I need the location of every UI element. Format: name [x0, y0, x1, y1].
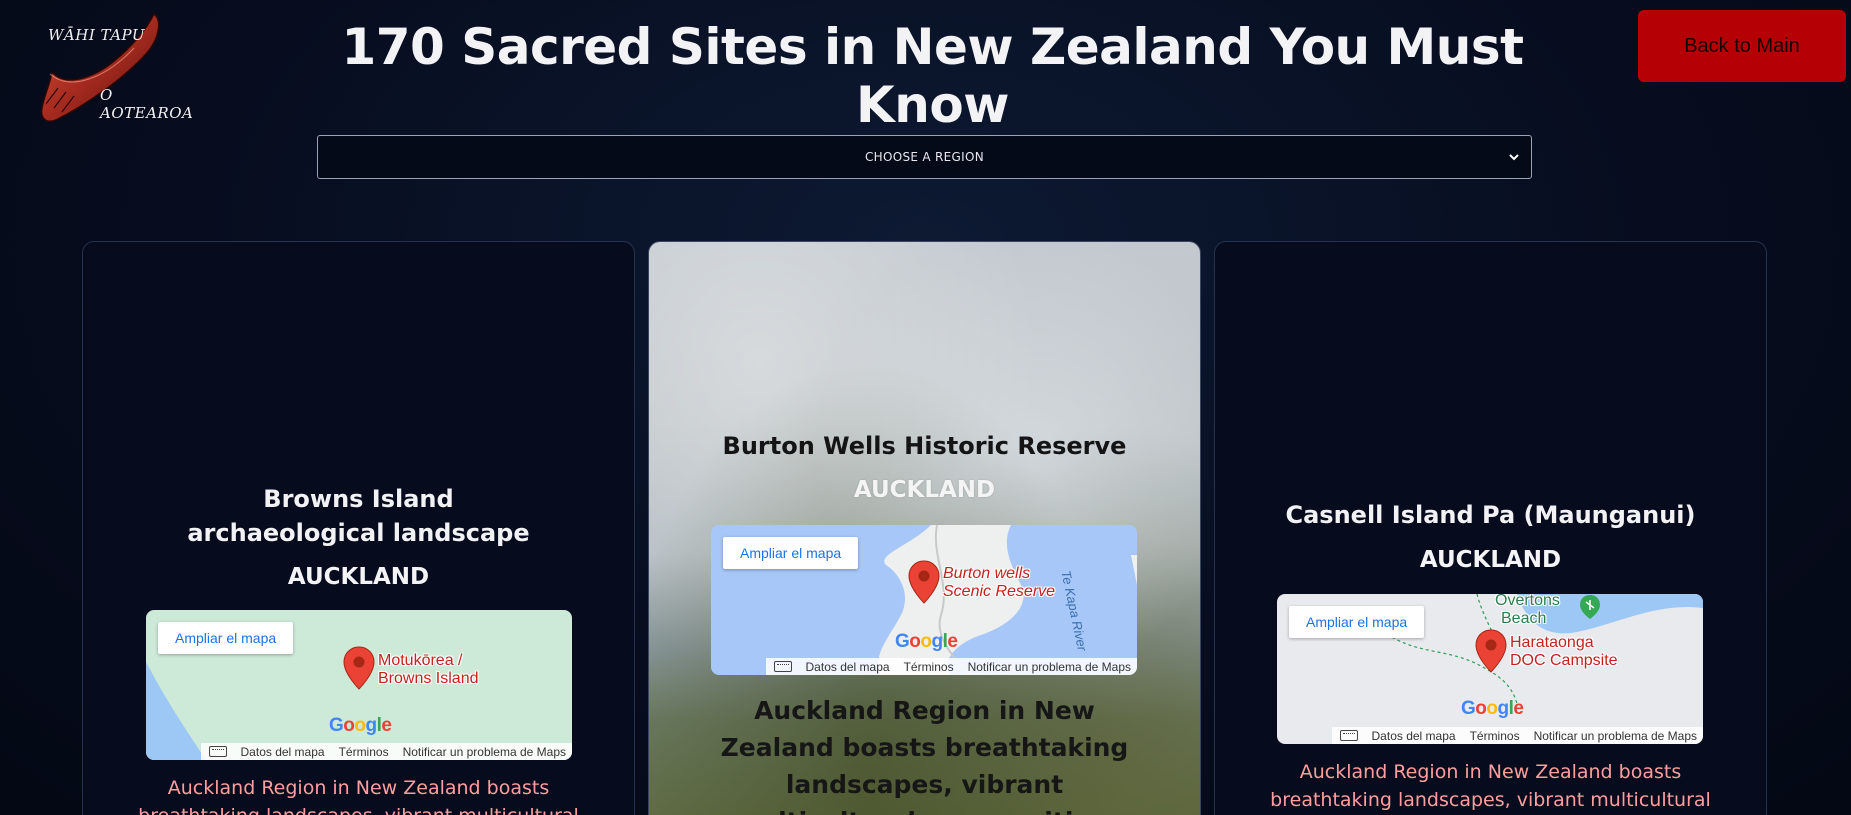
expand-map-button[interactable]: Ampliar el mapa	[723, 537, 859, 569]
card-description: Auckland Region in New Zealand boasts br…	[138, 777, 579, 815]
site-card-burton-wells[interactable]: Burton Wells Historic Reserve AUCKLAND A…	[648, 241, 1201, 815]
card-description: Auckland Region in New Zealand boasts br…	[1270, 761, 1711, 811]
page-title: 170 Sacred Sites in New Zealand You Must…	[341, 18, 1524, 134]
region-select[interactable]: CHOOSE A REGION	[317, 135, 1532, 179]
card-description: Auckland Region in New Zealand boasts br…	[720, 696, 1129, 815]
map-pin-label-line2: Scenic Reserve	[943, 583, 1056, 600]
google-logo: Google	[895, 631, 958, 652]
map-pin-label-line1: Motukōrea /	[378, 652, 463, 669]
map-pin-label-line1: Harataonga	[1510, 634, 1594, 651]
site-card-browns-island[interactable]: Browns Island archaeological landscape A…	[82, 241, 635, 815]
chevron-down-icon	[1509, 154, 1519, 161]
site-card-casnell-island[interactable]: Casnell Island Pa (Maunganui) AUCKLAND O…	[1214, 241, 1767, 815]
map-data-link[interactable]: Datos del mapa	[241, 745, 325, 759]
map-pin-icon	[343, 646, 375, 690]
logo-text-bottom: O AOTEAROA	[100, 86, 194, 122]
map-footer: Datos del mapa Términos Notificar un pro…	[200, 743, 572, 760]
map-pin-icon	[1475, 629, 1507, 673]
map-report-link[interactable]: Notificar un problema de Maps	[403, 745, 566, 759]
google-logo: Google	[329, 715, 392, 736]
keyboard-icon[interactable]	[1339, 730, 1358, 741]
card-title-line1: Browns Island	[263, 485, 454, 513]
map-terms-link[interactable]: Términos	[904, 660, 954, 674]
map-pin-label-line2: DOC Campsite	[1510, 652, 1618, 669]
embedded-map[interactable]: Overtons Beach Ampliar el mapa Harataong…	[1277, 594, 1703, 744]
expand-map-button[interactable]: Ampliar el mapa	[158, 622, 294, 654]
map-data-link[interactable]: Datos del mapa	[1372, 729, 1456, 743]
map-pin-label: Harataonga DOC Campsite	[1510, 634, 1618, 670]
map-pin-label: Burton wells Scenic Reserve	[943, 565, 1055, 601]
card-title: Casnell Island Pa (Maunganui)	[1285, 501, 1696, 529]
beach-marker-icon	[1580, 595, 1600, 619]
map-place-label-line1: Overtons	[1495, 594, 1560, 609]
map-terms-link[interactable]: Términos	[1470, 729, 1520, 743]
card-title-line2: archaeological landscape	[187, 519, 530, 547]
embedded-map[interactable]: Ampliar el mapa Motukōrea / Browns Islan…	[146, 610, 572, 760]
map-report-link[interactable]: Notificar un problema de Maps	[968, 660, 1131, 674]
card-title: Burton Wells Historic Reserve	[722, 432, 1127, 460]
map-report-link[interactable]: Notificar un problema de Maps	[1534, 729, 1697, 743]
keyboard-icon[interactable]	[208, 746, 227, 757]
map-pin-icon	[908, 560, 940, 604]
region-select-label: CHOOSE A REGION	[864, 150, 984, 164]
map-footer: Datos del mapa Términos Notificar un pro…	[1331, 727, 1703, 744]
map-pin-label-line1: Burton wells	[943, 565, 1031, 582]
map-footer: Datos del mapa Términos Notificar un pro…	[765, 658, 1137, 675]
map-place-label-line2: Beach	[1501, 610, 1547, 627]
site-logo[interactable]: WĀHI TAPU O AOTEAROA	[36, 8, 196, 126]
card-title: Browns Island archaeological landscape	[83, 482, 634, 550]
expand-map-button[interactable]: Ampliar el mapa	[1289, 606, 1425, 638]
map-pin-label-line2: Browns Island	[378, 670, 479, 687]
card-region: AUCKLAND	[287, 564, 430, 590]
map-data-link[interactable]: Datos del mapa	[806, 660, 890, 674]
map-terms-link[interactable]: Términos	[339, 745, 389, 759]
keyboard-icon[interactable]	[773, 661, 792, 672]
map-place-label: Overtons Beach	[1495, 594, 1560, 628]
logo-text-top: WĀHI TAPU	[48, 26, 146, 44]
back-to-main-button[interactable]: Back to Main	[1638, 10, 1846, 82]
map-pin-label: Motukōrea / Browns Island	[378, 652, 479, 688]
card-region: AUCKLAND	[1419, 547, 1562, 573]
embedded-map[interactable]: Ampliar el mapa Burton wells Scenic Rese…	[711, 525, 1137, 675]
card-region: AUCKLAND	[853, 477, 996, 503]
google-logo: Google	[1461, 698, 1524, 719]
